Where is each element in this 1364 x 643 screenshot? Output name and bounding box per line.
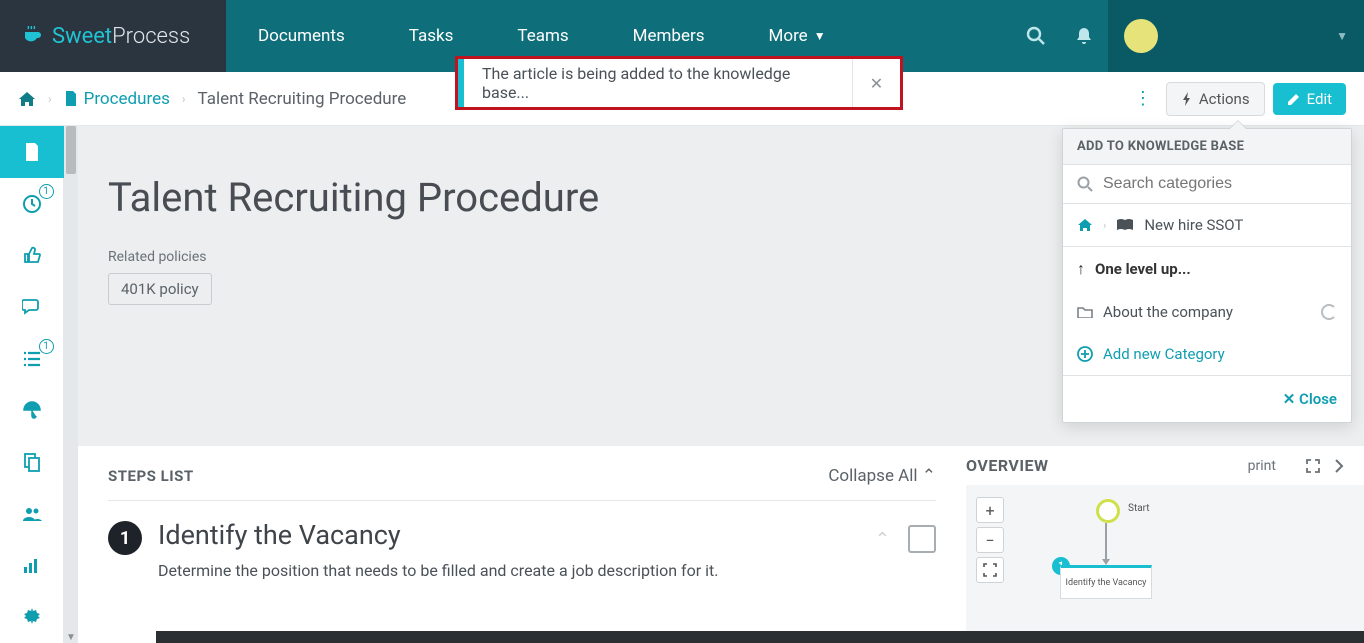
step-title: Identify the Vacancy — [158, 519, 859, 551]
sidebar-copy-icon[interactable] — [0, 436, 64, 488]
home-icon[interactable] — [18, 91, 36, 107]
scrollbar[interactable]: ▲ ▼ — [64, 126, 78, 643]
bell-icon[interactable] — [1060, 0, 1108, 72]
badge: 1 — [39, 339, 54, 354]
kb-search-input[interactable] — [1103, 175, 1337, 193]
zoom-out-button[interactable]: − — [976, 527, 1004, 553]
badge: 1 — [39, 184, 54, 199]
kb-category-name: About the company — [1103, 303, 1311, 321]
kb-category[interactable]: About the company — [1063, 291, 1351, 333]
kb-footer: ✕ Close — [1063, 375, 1351, 422]
flow-arrow — [1105, 523, 1107, 561]
crumb-procedures[interactable]: Procedures — [84, 89, 170, 109]
bolt-icon — [1181, 92, 1193, 106]
close-icon: ✕ — [1283, 390, 1296, 408]
crumb-sep: › — [48, 92, 52, 106]
flow-start-node — [1096, 499, 1120, 523]
loading-spinner-icon — [1321, 304, 1337, 320]
plus-circle-icon — [1077, 346, 1093, 362]
home-icon[interactable] — [1077, 218, 1093, 232]
search-icon[interactable] — [1012, 0, 1060, 72]
zoom-controls: + − — [976, 497, 1004, 583]
chevron-down-icon: ▼ — [814, 29, 826, 43]
top-right: ▼ — [1012, 0, 1364, 72]
kb-up-level[interactable]: ↑ One level up... — [1063, 247, 1351, 291]
sidebar-gear-icon[interactable] — [0, 591, 64, 643]
book-icon — [1116, 218, 1134, 232]
sidebar-document-icon[interactable] — [0, 126, 64, 178]
zoom-in-button[interactable]: + — [976, 497, 1004, 523]
chevron-right-icon[interactable] — [1334, 459, 1344, 473]
search-icon — [1077, 176, 1093, 192]
scroll-down-icon[interactable]: ▼ — [64, 632, 78, 643]
sidebar-umbrella-icon[interactable] — [0, 385, 64, 437]
chevron-down-icon: ▼ — [1336, 29, 1348, 43]
kebab-icon[interactable]: ⋮ — [1128, 82, 1158, 115]
kb-popover: ADD TO KNOWLEDGE BASE › New hire SSOT ↑ … — [1062, 128, 1352, 423]
flow-step-box[interactable]: Identify the Vacancy — [1060, 565, 1152, 599]
sidebar-stats-icon[interactable] — [0, 540, 64, 592]
sidebar-thumbs-up-icon[interactable] — [0, 229, 64, 281]
flowchart: Start 1 Identify the Vacancy — [1096, 499, 1120, 523]
print-button[interactable]: print — [1248, 458, 1276, 474]
step-checkbox[interactable] — [908, 525, 936, 553]
sidebar-people-icon[interactable] — [0, 488, 64, 540]
sidebar: 1 1 — [0, 126, 64, 643]
policy-tag[interactable]: 401K policy — [108, 273, 212, 305]
crumb-sep: › — [182, 92, 186, 106]
step-row: 1 Identify the Vacancy Determine the pos… — [108, 519, 936, 580]
file-icon — [64, 91, 78, 107]
kb-close-button[interactable]: ✕ Close — [1283, 390, 1337, 408]
sidebar-list-icon[interactable]: 1 — [0, 333, 64, 385]
step-number: 1 — [108, 521, 142, 555]
zoom-fit-button[interactable] — [976, 557, 1004, 583]
collapse-all[interactable]: Collapse All ⌃ — [828, 466, 936, 486]
bottom-strip — [156, 631, 1364, 643]
toast-notification: The article is being added to the knowle… — [455, 56, 903, 110]
toast-message: The article is being added to the knowle… — [464, 59, 852, 107]
nav-documents[interactable]: Documents — [226, 0, 377, 72]
actions-button[interactable]: Actions — [1166, 82, 1265, 116]
crumb-current: Talent Recruiting Procedure — [198, 89, 407, 109]
steps-list: STEPS LIST Collapse All ⌃ 1 Identify the… — [78, 446, 966, 580]
collapse-step-icon[interactable]: ⌃ — [875, 529, 890, 550]
kb-header: ADD TO KNOWLEDGE BASE — [1063, 129, 1351, 165]
kb-name[interactable]: New hire SSOT — [1144, 216, 1243, 234]
sidebar-chat-icon[interactable] — [0, 281, 64, 333]
flow-start-label: Start — [1128, 503, 1150, 514]
chevron-up-icon: ⌃ — [922, 466, 936, 486]
steps-header: STEPS LIST Collapse All ⌃ — [108, 466, 936, 501]
crumb-sep: › — [1103, 219, 1106, 232]
overview-title: OVERVIEW — [966, 456, 1049, 475]
overview-panel: OVERVIEW print + − Start 1 Identify the … — [966, 446, 1364, 643]
crumb-actions: ⋮ Actions Edit — [1128, 82, 1346, 116]
step-row-icons: ⌃ — [875, 525, 936, 553]
scroll-thumb[interactable] — [66, 126, 76, 174]
arrow-up-icon: ↑ — [1077, 259, 1085, 279]
cup-icon — [22, 26, 46, 46]
kb-breadcrumb: › New hire SSOT — [1063, 204, 1351, 247]
avatar — [1124, 19, 1158, 53]
edit-button[interactable]: Edit — [1273, 83, 1346, 115]
folder-icon — [1077, 306, 1093, 318]
expand-icon[interactable] — [1306, 459, 1320, 473]
kb-search — [1063, 165, 1351, 204]
pencil-icon — [1287, 92, 1301, 106]
user-menu[interactable]: ▼ — [1108, 0, 1364, 72]
overview-header: OVERVIEW print — [966, 446, 1364, 481]
overview-canvas: + − Start 1 Identify the Vacancy — [966, 485, 1364, 643]
step-content: Identify the Vacancy Determine the posit… — [158, 519, 859, 580]
step-description: Determine the position that needs to be … — [158, 561, 859, 580]
brand-text: SweetProcess — [52, 24, 190, 49]
steps-title: STEPS LIST — [108, 467, 194, 485]
kb-add-category[interactable]: Add new Category — [1063, 333, 1351, 375]
sidebar-clock-icon[interactable]: 1 — [0, 178, 64, 230]
toast-close-icon[interactable]: ✕ — [852, 59, 900, 107]
logo[interactable]: SweetProcess — [0, 0, 226, 72]
